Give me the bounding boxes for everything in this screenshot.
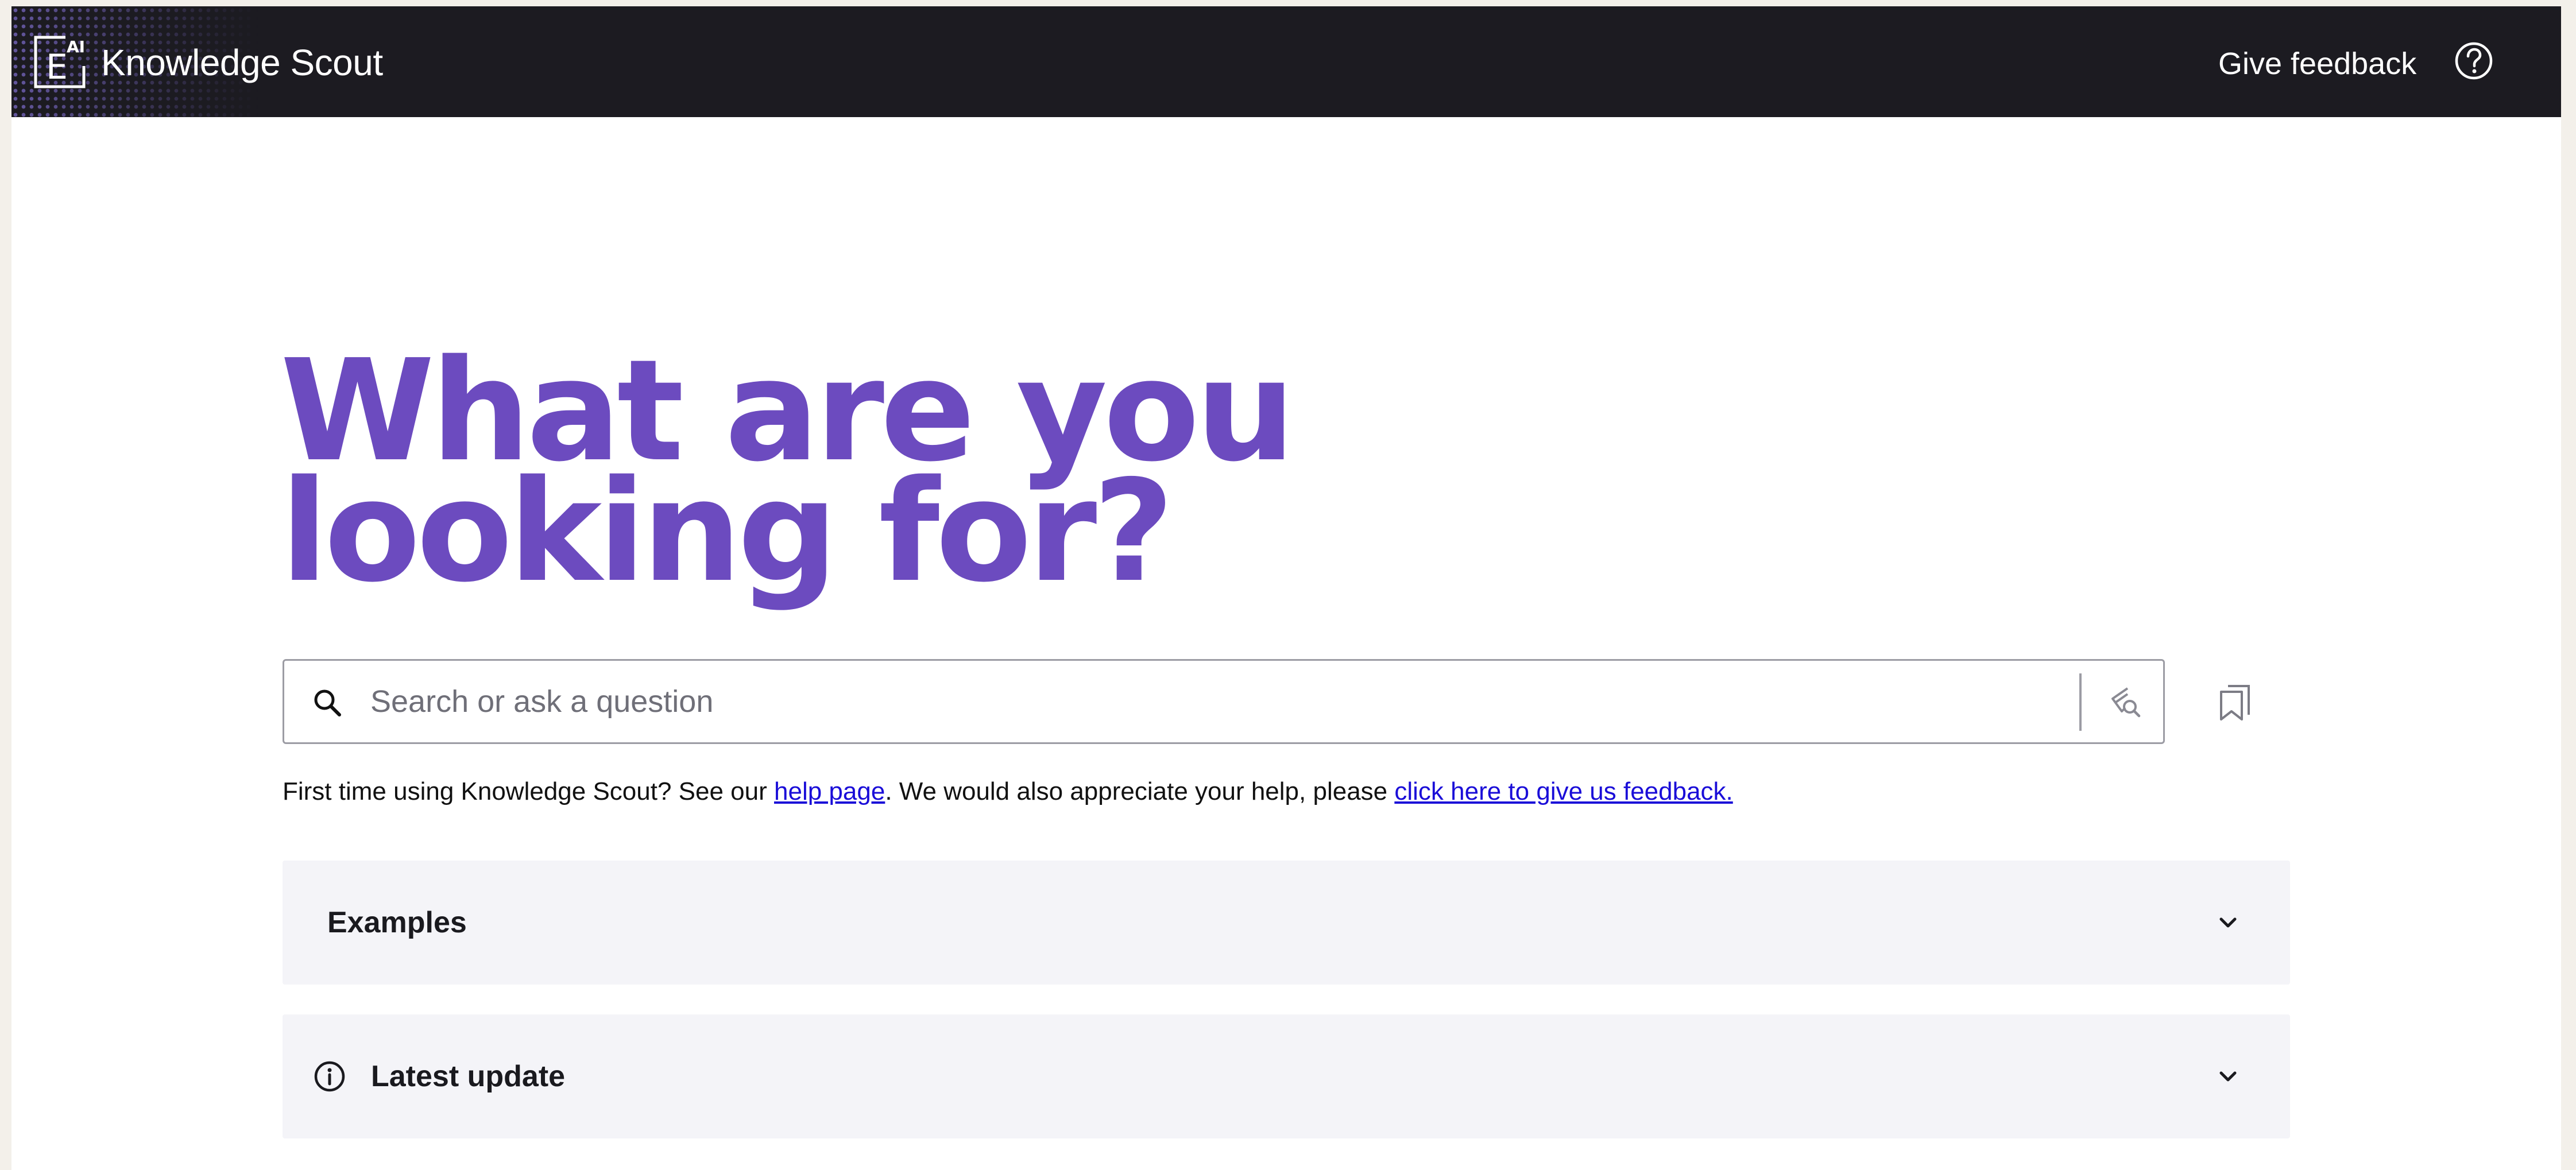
intro-text-part-2: . We would also appreciate your help, pl… <box>885 777 1395 805</box>
chevron-down-icon <box>2219 1071 2237 1082</box>
top-bar: E AI Knowledge Scout Give feedback <box>11 6 2561 117</box>
bookmarks-icon[interactable] <box>2218 684 2252 722</box>
give-feedback-link[interactable]: Give feedback <box>2218 45 2416 82</box>
search-bar <box>283 659 2165 744</box>
latest-update-accordion-title: Latest update <box>371 1060 566 1093</box>
logo-icon: E AI <box>34 36 86 88</box>
help-page-link[interactable]: help page <box>774 777 885 805</box>
logo-letter: E <box>46 47 68 87</box>
app-window: E AI Knowledge Scout Give feedback What … <box>11 6 2561 1170</box>
logo-superscript: AI <box>67 37 85 56</box>
chevron-down-icon <box>2219 917 2237 928</box>
examples-accordion-title: Examples <box>327 906 467 939</box>
page-title: What are you looking for? <box>280 341 1658 602</box>
examples-accordion[interactable]: Examples <box>283 861 2290 985</box>
search-input[interactable] <box>370 678 2053 725</box>
question-circle-icon <box>2455 42 2493 80</box>
search-divider <box>2079 673 2082 731</box>
info-icon <box>314 1061 345 1092</box>
app-title: Knowledge Scout <box>101 42 383 83</box>
help-button[interactable] <box>2453 40 2494 82</box>
feedback-link[interactable]: click here to give us feedback. <box>1394 777 1732 805</box>
filter-search-icon[interactable] <box>2108 685 2142 719</box>
intro-text-part-1: First time using Knowledge Scout? See ou… <box>283 777 775 805</box>
latest-update-accordion[interactable]: Latest update <box>283 1014 2290 1138</box>
intro-text: First time using Knowledge Scout? See ou… <box>283 776 1733 808</box>
search-icon <box>314 689 341 716</box>
page-title-line-2: looking for? <box>280 450 1174 613</box>
